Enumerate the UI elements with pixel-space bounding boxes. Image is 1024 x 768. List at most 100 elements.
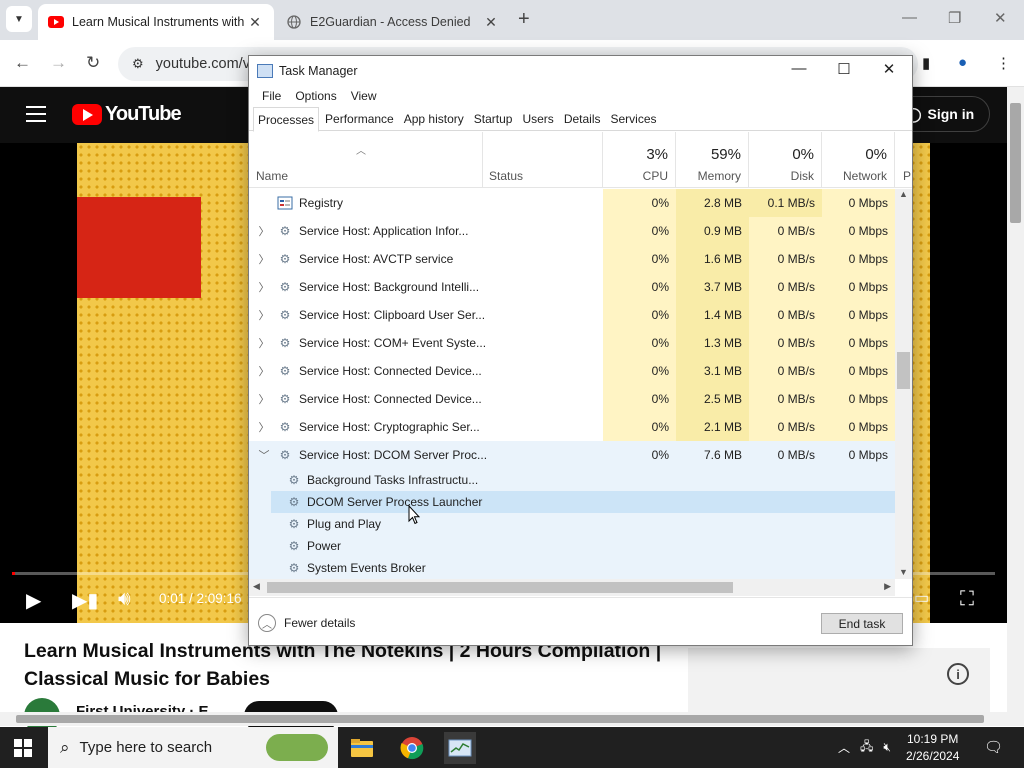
process-row-expanded[interactable]: ﹀ ⚙ Service Host: DCOM Server Proc... 0%… [249, 441, 895, 469]
close-window-icon[interactable]: ✕ [994, 9, 1007, 27]
page-horizontal-scrollbar[interactable] [0, 712, 1024, 726]
chevron-right-icon[interactable]: 〉 [257, 391, 271, 407]
youtube-logo[interactable]: YouTube [72, 103, 182, 126]
forward-icon[interactable]: → [50, 53, 67, 73]
service-row[interactable]: ⚙ Power [249, 535, 895, 557]
chrome-icon[interactable] [396, 732, 428, 764]
windows-start-icon[interactable] [14, 739, 32, 757]
tab-processes[interactable]: Processes [253, 107, 320, 132]
menu-file[interactable]: File [255, 86, 288, 106]
tab-startup[interactable]: Startup [470, 107, 517, 131]
restore-icon[interactable]: ❐ [948, 9, 961, 27]
column-header-network[interactable]: 0% Network [822, 132, 895, 188]
column-header-disk[interactable]: 0% Disk [749, 132, 822, 188]
chevron-right-icon[interactable]: 〉 [257, 419, 271, 435]
chevron-down-icon[interactable]: ﹀ [257, 447, 271, 463]
back-icon[interactable]: ← [14, 53, 31, 73]
tab-e2guardian[interactable]: E2Guardian - Access Denied ✕ [276, 4, 510, 40]
scroll-thumb[interactable] [1010, 103, 1021, 223]
close-icon[interactable]: ✕ [869, 60, 909, 82]
memory-cell: 1.3 MB [676, 329, 749, 357]
service-row[interactable]: ⚙ System Events Broker [249, 557, 895, 579]
scroll-thumb[interactable] [267, 582, 733, 593]
miniplayer-icon[interactable]: ▭ [914, 588, 929, 608]
volume-muted-icon[interactable]: 🔇︎ [883, 740, 891, 755]
column-header-name[interactable]: ︿ Name [249, 132, 483, 188]
minimize-icon[interactable]: — [779, 60, 819, 82]
service-row[interactable]: ⚙ Plug and Play [249, 513, 895, 535]
chevron-right-icon[interactable]: 〉 [257, 307, 271, 323]
maximize-icon[interactable]: ☐ [824, 60, 864, 82]
play-icon[interactable]: ▶ [26, 588, 41, 613]
notification-icon[interactable]: 🗨︎ [984, 738, 1003, 756]
profile-icon[interactable]: ● [958, 54, 967, 71]
tab-details[interactable]: Details [560, 107, 605, 131]
menu-view[interactable]: View [344, 86, 384, 106]
mouse-cursor-icon [408, 505, 420, 525]
taskbar-clock[interactable]: 10:19 PM 2/26/2024 [906, 731, 959, 765]
tab-users[interactable]: Users [518, 107, 557, 131]
scroll-up-icon[interactable]: ▲ [899, 189, 908, 199]
scroll-right-icon[interactable]: ▶ [884, 581, 891, 592]
scroll-thumb[interactable] [16, 715, 984, 723]
next-icon[interactable]: ▶▮ [72, 588, 98, 613]
chevron-right-icon[interactable]: 〉 [257, 251, 271, 267]
scroll-down-icon[interactable]: ▼ [899, 567, 908, 577]
process-row[interactable]: 〉 ⚙ Service Host: Application Infor... 0… [249, 217, 895, 245]
header-label: Status [489, 169, 524, 183]
column-header-power[interactable]: P [895, 132, 912, 188]
tab-performance[interactable]: Performance [321, 107, 398, 131]
network-icon[interactable]: 🖧︎ [860, 737, 873, 758]
process-name: Service Host: Cryptographic Ser... [299, 420, 480, 434]
chevron-up-icon[interactable]: ︿ [838, 739, 850, 756]
fewer-details-button[interactable]: ︿ Fewer details [258, 614, 355, 632]
page-vertical-scrollbar[interactable] [1007, 87, 1024, 713]
tab-search-chevron-icon[interactable]: ▼ [6, 6, 32, 32]
process-row[interactable]: 〉 ⚙ Service Host: Connected Device... 0%… [249, 357, 895, 385]
site-info-icon[interactable]: ⚙ [132, 56, 144, 72]
scroll-left-icon[interactable]: ◀ [253, 581, 260, 592]
column-header-status[interactable]: Status [483, 132, 603, 188]
gear-icon: ⚙ [288, 495, 300, 509]
menu-options[interactable]: Options [288, 86, 343, 106]
chevron-right-icon[interactable]: 〉 [257, 363, 271, 379]
tab-services[interactable]: Services [607, 107, 661, 131]
process-row[interactable]: 〉 ⚙ Service Host: COM+ Event Syste... 0%… [249, 329, 895, 357]
tab-youtube[interactable]: Learn Musical Instruments with ✕ [38, 4, 274, 40]
process-row[interactable]: 〉 ⚙ Service Host: Background Intelli... … [249, 273, 895, 301]
column-header-cpu[interactable]: 3% CPU [603, 132, 676, 188]
service-row[interactable]: ⚙ Background Tasks Infrastructu... [249, 469, 895, 491]
process-row[interactable]: 〉 ⚙ Service Host: Clipboard User Ser... … [249, 301, 895, 329]
minimize-icon[interactable]: — [902, 9, 917, 26]
hamburger-menu-icon[interactable] [26, 106, 46, 122]
registry-icon [277, 195, 293, 211]
taskbar-search-box[interactable]: ⌕ Type here to search [48, 727, 338, 768]
chevron-right-icon[interactable]: 〉 [257, 279, 271, 295]
process-list-horizontal-scrollbar[interactable]: ◀ ▶ [249, 579, 895, 596]
close-tab-icon[interactable]: ✕ [246, 14, 264, 31]
fullscreen-icon[interactable]: ⛶ [960, 588, 974, 611]
task-manager-taskbar-icon[interactable] [444, 732, 476, 764]
side-panel-icon[interactable]: ▮ [922, 54, 930, 72]
process-row[interactable]: 〉 ⚙ Service Host: Cryptographic Ser... 0… [249, 413, 895, 441]
process-list-vertical-scrollbar[interactable]: ▲ ▼ [895, 189, 912, 579]
end-task-button[interactable]: End task [821, 613, 903, 634]
header-percent: 0% [865, 146, 887, 163]
new-tab-button[interactable]: + [518, 8, 530, 31]
column-header-memory[interactable]: 59% Memory [676, 132, 749, 188]
chevron-right-icon[interactable]: 〉 [257, 335, 271, 351]
chevron-right-icon[interactable]: 〉 [257, 223, 271, 239]
clock-time: 10:19 PM [907, 732, 959, 746]
tab-app-history[interactable]: App history [400, 107, 468, 131]
process-row[interactable]: 〉 ⚙ Service Host: Connected Device... 0%… [249, 385, 895, 413]
volume-icon[interactable]: 🔊︎ [118, 588, 131, 611]
service-row-selected[interactable]: ⚙ DCOM Server Process Launcher [249, 491, 895, 513]
info-icon[interactable]: i [947, 663, 969, 685]
reload-icon[interactable]: ↻ [86, 53, 100, 73]
process-row[interactable]: Registry 0% 2.8 MB 0.1 MB/s 0 Mbps [249, 189, 895, 217]
file-explorer-icon[interactable] [346, 732, 378, 764]
process-row[interactable]: 〉 ⚙ Service Host: AVCTP service 0% 1.6 M… [249, 245, 895, 273]
close-tab-icon[interactable]: ✕ [482, 14, 500, 31]
menu-kebab-icon[interactable]: ⋮ [996, 54, 1011, 72]
scroll-thumb[interactable] [897, 352, 910, 389]
